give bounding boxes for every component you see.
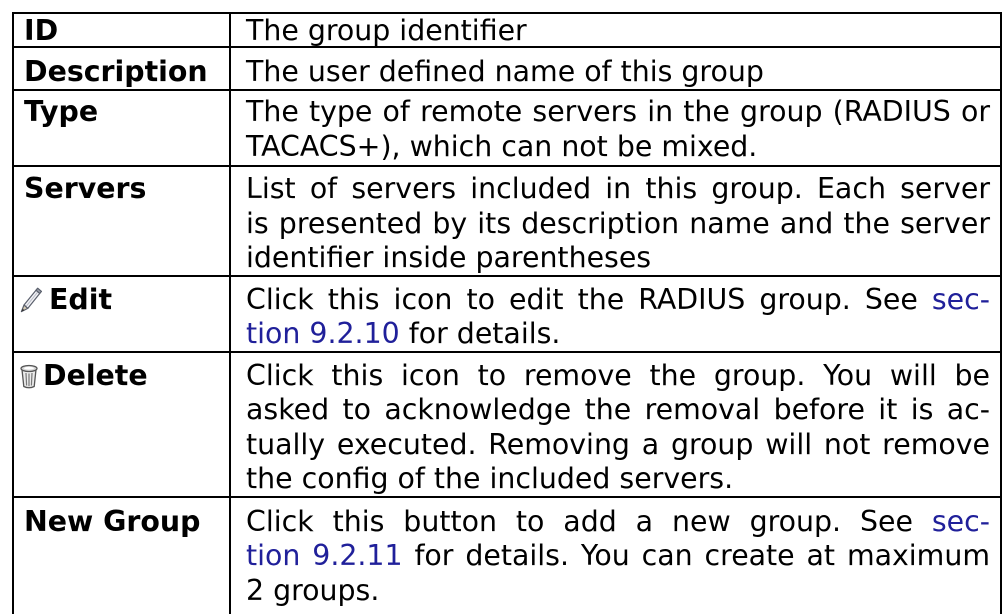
row-label-cell: Servers bbox=[14, 166, 231, 275]
description-line: the config of the included servers. bbox=[246, 462, 734, 495]
row-label-cell: ID bbox=[14, 14, 231, 47]
row-label-cell: New Group bbox=[14, 498, 231, 614]
section-9-2-11-link[interactable]: sec- bbox=[932, 505, 990, 538]
section-9-2-10-link[interactable]: tion 9.2.10 bbox=[246, 317, 400, 350]
table-row-servers: Servers List of servers included in this… bbox=[14, 166, 1000, 277]
row-label: Servers bbox=[24, 172, 147, 205]
table-row-type: Type The type of remote servers in the g… bbox=[14, 90, 1000, 167]
description-line: is presented by its description name and… bbox=[246, 206, 990, 240]
line-text: Click this icon to edit the RADIUS group… bbox=[246, 282, 932, 316]
row-label: Edit bbox=[49, 282, 113, 316]
row-label-cell: Description bbox=[14, 48, 231, 89]
description-line: 2 groups. bbox=[246, 573, 380, 607]
description-line: tion 9.2.11 for details. You can create … bbox=[246, 539, 990, 574]
description-line: tion 9.2.10 for details. bbox=[246, 317, 990, 352]
row-description-cell: Click this icon to edit the RADIUS group… bbox=[231, 277, 1000, 351]
row-description-cell: The group identifier bbox=[231, 14, 1000, 47]
row-label: New Group bbox=[24, 504, 201, 538]
pencil-icon bbox=[20, 287, 42, 312]
table-row-id: ID The group identifier bbox=[14, 14, 1000, 48]
description-line: Click this icon to edit the RADIUS group… bbox=[246, 283, 990, 318]
description-line: List of servers included in this group. … bbox=[246, 172, 990, 205]
row-description-cell: Click this button to add a new group. Se… bbox=[231, 498, 1000, 614]
line-text: Click this button to add a new group. Se… bbox=[246, 504, 932, 538]
row-label: Description bbox=[24, 54, 208, 88]
trash-icon bbox=[20, 364, 38, 388]
row-description-cell: Click this icon to remove the group. You… bbox=[231, 353, 1000, 497]
description-line: identifier inside parentheses bbox=[246, 241, 652, 274]
table-row-edit: Edit Click this icon to edit the RADIUS … bbox=[14, 277, 1000, 353]
description-line: Click this button to add a new group. Se… bbox=[246, 505, 990, 540]
description-line: The user defined name of this group bbox=[246, 54, 764, 88]
row-description-cell: List of servers included in this group. … bbox=[231, 167, 1000, 276]
row-description-cell: The type of remote servers in the group … bbox=[231, 91, 1000, 165]
description-line: Click this icon to remove the group. You… bbox=[246, 358, 990, 392]
line-text: for details. You can create at maximum bbox=[402, 539, 990, 572]
row-label: ID bbox=[24, 14, 59, 47]
description-line: The group identifier bbox=[246, 14, 527, 47]
field-description-table: ID The group identifier Description The … bbox=[12, 12, 1002, 614]
table-row-new-group: New Group Click this button to add a new… bbox=[14, 498, 1000, 614]
description-line: TACACS+), which can not be mixed. bbox=[246, 129, 758, 163]
row-label-cell: Edit bbox=[14, 277, 231, 351]
section-9-2-11-link[interactable]: tion 9.2.11 bbox=[246, 539, 403, 572]
description-line: asked to acknowledge the removal before … bbox=[246, 393, 990, 426]
description-line: The type of remote servers in the group … bbox=[246, 95, 990, 128]
row-label: Type bbox=[24, 95, 99, 128]
section-9-2-10-link[interactable]: sec- bbox=[932, 283, 990, 316]
row-label: Delete bbox=[43, 358, 148, 392]
table-row-delete: Delete Click this icon to remove the gro… bbox=[14, 352, 1000, 498]
line-text: for details. bbox=[399, 317, 561, 350]
description-line: tually executed. Removing a group will n… bbox=[246, 427, 990, 461]
row-label-cell: Type bbox=[14, 90, 231, 165]
row-description-cell: The user defined name of this group bbox=[231, 48, 1000, 89]
table-row-description: Description The user defined name of thi… bbox=[14, 48, 1000, 91]
row-label-cell: Delete bbox=[14, 352, 231, 496]
